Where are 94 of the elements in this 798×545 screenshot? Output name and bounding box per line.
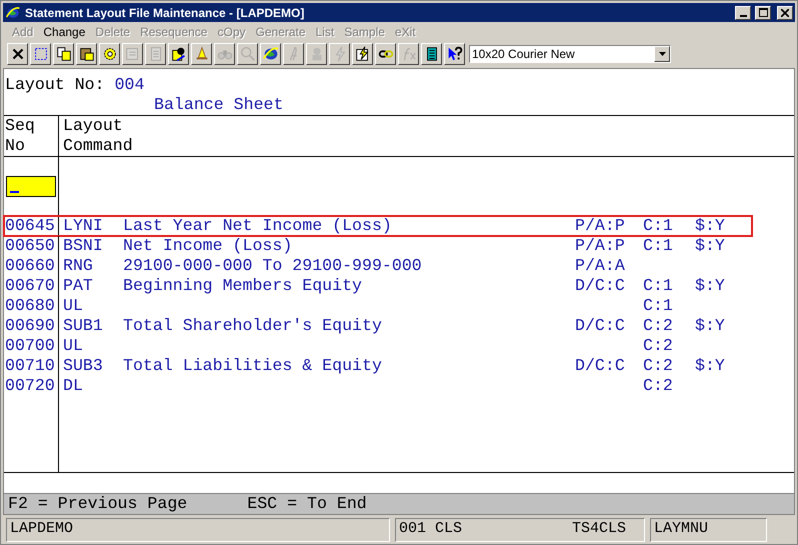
command-cell-text: BSNI [62,236,104,256]
maximize-icon [758,8,768,17]
field-label: Layout No: [5,75,105,95]
column-header: Seq [5,116,36,136]
table-cell-text: C:1 [642,216,674,236]
toolbar-button[interactable] [352,43,373,65]
toolbar-button[interactable] [53,43,74,65]
table-row[interactable]: 00700 UL C:2 [4,336,752,356]
toolbar-button[interactable] [375,43,396,65]
seq-cell: 00710 [4,356,59,376]
table-row[interactable]: 00710 SUB3 Total Liabilities & Equity D/C:C C:2 $:Y [4,356,752,376]
toolbar-button[interactable] [168,43,189,65]
table-cell-text: D/C:C [574,356,626,376]
description-cell-text: 29100-000-000 To 29100-999-000 [122,256,423,276]
seq-cell: 00645 [4,216,59,236]
window-title: Statement Layout File Maintenance - [LAPDEMO] [25,6,306,20]
table-cell-text: D/C:C [574,276,626,296]
search-icon [238,45,256,63]
table-row[interactable]: 00720 DL C:2 [4,376,752,396]
description-cell-text: Net Income (Loss) [122,236,294,256]
command-cell-text: LYNI [62,216,104,236]
description-cell-text: Total Shareholder's Equity [122,316,383,336]
toolbar-button[interactable] [421,43,442,65]
command-cell-text: SUB3 [62,356,104,376]
toolbar-button[interactable] [76,43,97,65]
close-button[interactable] [777,6,793,20]
layout-name: Balance Sheet [154,95,284,114]
table-row[interactable]: 00645 LYNI Last Year Net Income (Loss) P/A:P C:1 $:Y [4,216,752,236]
seq-cell: 00700 [4,336,59,356]
table-cell-text: P/A:P [574,216,626,236]
status-text: TS4CLS [572,519,626,539]
toolbar-button[interactable] [444,43,465,65]
command-cell-text: UL [62,336,84,356]
command-cell-text: UL [62,296,84,316]
table-cell-text: C:2 [642,376,674,396]
key-hint: ESC = To End [247,494,367,514]
table-cell-text: C:2 [642,336,674,356]
minimize-button[interactable] [735,6,751,20]
command-cell-text: RNG [62,256,94,276]
seq-cell: 00650 [4,236,59,256]
table-cell-text: $:Y [694,356,726,376]
column-header: No [5,136,26,156]
command-cell-text: PAT [62,276,94,296]
toolbar-button[interactable] [191,43,212,65]
table-cell-text: $:Y [694,236,726,256]
status-text: LAPDEMO [10,519,74,539]
key-hint: F2 = Previous Page [8,494,188,514]
column-header: Command [63,136,134,156]
table-row[interactable]: 00650 BSNI Net Income (Loss) P/A:P C:1 $:Y [4,236,752,256]
table-row[interactable]: 00680 UL C:1 [4,296,752,316]
table-row[interactable]: 00660 RNG 29100-000-000 To 29100-999-000 P/A:A [4,256,752,276]
toolbar-button[interactable] [99,43,120,65]
copy-icon [54,45,72,63]
menu-item[interactable]: Change [38,25,90,39]
table-cell-text: $:Y [694,316,726,336]
toolbar-button[interactable] [30,43,51,65]
table-cell-text: C:1 [642,236,674,256]
seq-cell: 00670 [4,276,59,296]
globe-icon [5,4,21,20]
table-cell-text: D/C:C [574,316,626,336]
seq-cell: 00720 [4,376,59,396]
command-cell-text: SUB1 [62,316,104,336]
table-row[interactable]: 00670 PAT Beginning Members Equity D/C:C C:1 $:Y [4,276,752,296]
description-cell-text: Beginning Members Equity [122,276,363,296]
close-icon [781,8,789,16]
table-row[interactable]: 00690 SUB1 Total Shareholder's Equity D/C:C C:2 $:Y [4,316,752,336]
table-cell-text: C:1 [642,276,674,296]
layout-number: 004 [114,75,144,95]
table-cell-text: P/A:P [574,236,626,256]
table-cell-text: P/A:A [574,256,626,276]
maximize-button[interactable] [755,6,771,20]
help-pointer-icon [446,45,464,63]
description-cell-text: Last Year Net Income (Loss) [122,216,393,236]
description-cell-text: Total Liabilities & Equity [122,356,383,376]
caret-icon [658,52,666,56]
minimize-icon [740,14,746,16]
table-cell-text: $:Y [694,216,726,236]
toolbar-button[interactable] [260,43,281,65]
font-dropdown[interactable]: 10x20 Courier New [469,45,671,63]
table-cell-text: C:2 [642,356,674,376]
seq-cell: 00660 [4,256,59,276]
seq-cell: 00680 [4,296,59,316]
seq-cell: 00690 [4,316,59,336]
text-cursor [10,191,19,193]
status-text: LAYMNU [654,519,708,539]
table-cell-text: $:Y [694,276,726,296]
table-cell-text: C:1 [642,296,674,316]
paste-icon [78,45,96,63]
status-text: 001 CLS [399,519,462,539]
table-cell-text: C:2 [642,316,674,336]
column-header: Layout [63,116,124,136]
toolbar-button[interactable] [7,43,28,65]
command-cell-text: DL [62,376,84,396]
seq-input-field[interactable] [6,176,56,197]
